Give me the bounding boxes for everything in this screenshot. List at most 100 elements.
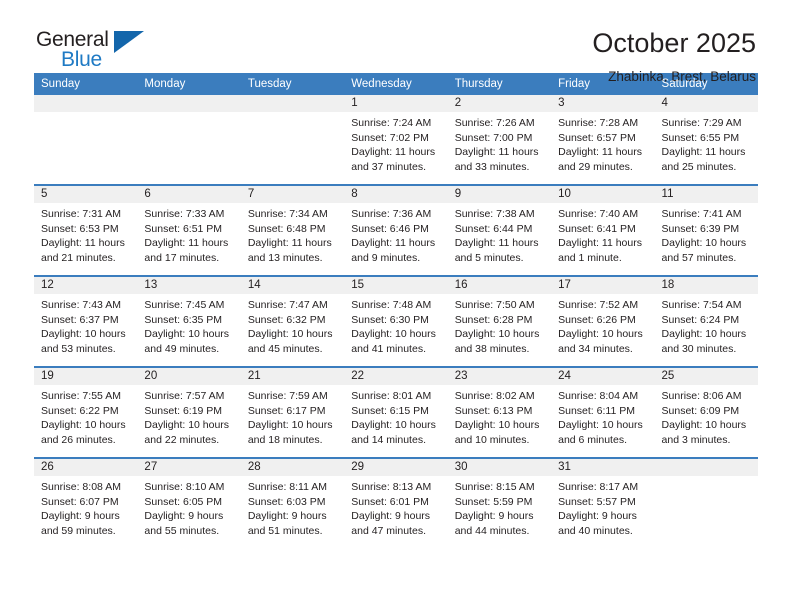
- day-number: 7: [240, 186, 345, 203]
- day-number: 27: [137, 459, 241, 476]
- day-number: 13: [137, 277, 241, 294]
- daylight-text-line1: Daylight: 10 hours: [661, 237, 747, 250]
- day-number: [240, 95, 345, 112]
- sunrise-text: Sunrise: 7:45 AM: [144, 299, 225, 311]
- calendar-day-cell[interactable]: 3 Sunrise: 7:28 AM Sunset: 6:57 PM Daylight…: [551, 95, 655, 185]
- calendar-day-cell[interactable]: 8 Sunrise: 7:36 AM Sunset: 6:46 PM Daylight…: [344, 184, 448, 276]
- day-number: 10: [551, 186, 655, 203]
- calendar-day-cell[interactable]: 31 Sunrise: 8:17 AM Sunset: 5:57 PM Dayligh…: [551, 457, 655, 548]
- day-number: 3: [551, 95, 655, 112]
- day-number: 19: [34, 368, 138, 385]
- sunrise-text: Sunrise: 7:50 AM: [454, 299, 535, 311]
- sunrise-text: Sunrise: 8:11 AM: [247, 481, 328, 493]
- calendar-day-cell[interactable]: 17 Sunrise: 7:52 AM Sunset: 6:26 PM Dayligh…: [551, 275, 655, 367]
- calendar-day-cell[interactable]: 2 Sunrise: 7:26 AM Sunset: 7:00 PM Daylight…: [447, 95, 552, 185]
- day-number: 16: [447, 277, 552, 294]
- calendar-day-cell[interactable]: 16 Sunrise: 7:50 AM Sunset: 6:28 PM Dayligh…: [447, 275, 552, 367]
- calendar-day-cell[interactable]: 29 Sunrise: 8:13 AM Sunset: 6:01 PM Dayligh…: [344, 457, 448, 548]
- daylight-text-line2: and 9 minutes.: [351, 251, 421, 264]
- calendar-day-cell[interactable]: 9 Sunrise: 7:38 AM Sunset: 6:44 PM Daylight…: [447, 184, 552, 276]
- calendar-day-cell[interactable]: 23 Sunrise: 8:02 AM Sunset: 6:13 PM Dayligh…: [447, 366, 552, 458]
- calendar-day-cell[interactable]: 10 Sunrise: 7:40 AM Sunset: 6:41 PM Dayligh…: [551, 184, 655, 276]
- day-details: Sunrise: 7:24 AM Sunset: 7:02 PM Daylight:…: [344, 112, 447, 174]
- sunrise-text: Sunrise: 7:24 AM: [351, 117, 432, 129]
- daylight-text-line1: Daylight: 10 hours: [351, 328, 436, 341]
- sunrise-text: Sunrise: 7:33 AM: [144, 208, 225, 220]
- day-number: 22: [344, 368, 448, 385]
- daylight-text-line2: and 25 minutes.: [661, 160, 737, 173]
- daylight-text-line2: and 51 minutes.: [247, 524, 323, 537]
- sunset-text: Sunset: 6:57 PM: [558, 131, 636, 144]
- day-details: Sunrise: 7:28 AM Sunset: 6:57 PM Daylight:…: [551, 112, 654, 174]
- daylight-text-line1: Daylight: 11 hours: [41, 237, 125, 250]
- day-details: Sunrise: 7:47 AM Sunset: 6:32 PM Daylight:…: [241, 294, 344, 356]
- weekday-header-thursday: Thursday: [447, 73, 552, 95]
- day-details: Sunrise: 7:31 AM Sunset: 6:53 PM Daylight:…: [34, 203, 137, 265]
- calendar-day-cell[interactable]: 20 Sunrise: 7:57 AM Sunset: 6:19 PM Dayligh…: [137, 366, 241, 458]
- daylight-text-line1: Daylight: 9 hours: [247, 510, 327, 523]
- daylight-text-line1: Daylight: 11 hours: [558, 146, 642, 159]
- daylight-text-line1: Daylight: 10 hours: [454, 419, 540, 432]
- calendar-day-cell[interactable]: 22 Sunrise: 8:01 AM Sunset: 6:15 PM Dayligh…: [344, 366, 448, 458]
- calendar-day-cell[interactable]: 7 Sunrise: 7:34 AM Sunset: 6:48 PM Daylight…: [240, 184, 345, 276]
- day-details: Sunrise: 7:45 AM Sunset: 6:35 PM Daylight:…: [137, 294, 240, 356]
- day-number: 28: [240, 459, 345, 476]
- day-number: 4: [654, 95, 758, 112]
- sunrise-text: Sunrise: 8:06 AM: [661, 390, 742, 402]
- daylight-text-line2: and 6 minutes.: [558, 433, 627, 446]
- daylight-text-line1: Daylight: 10 hours: [454, 328, 540, 341]
- page-header: General Blue October 2025 Zhabinka, Bres…: [34, 0, 758, 84]
- calendar-day-cell[interactable]: 11 Sunrise: 7:41 AM Sunset: 6:39 PM Dayligh…: [654, 184, 758, 276]
- sunrise-text: Sunrise: 7:41 AM: [661, 208, 742, 220]
- calendar-day-cell[interactable]: 5 Sunrise: 7:31 AM Sunset: 6:53 PM Daylight…: [34, 184, 138, 276]
- calendar-day-cell[interactable]: 21 Sunrise: 7:59 AM Sunset: 6:17 PM Dayligh…: [240, 366, 345, 458]
- sunrise-text: Sunrise: 8:15 AM: [454, 481, 535, 493]
- sunset-text: Sunset: 5:59 PM: [454, 495, 533, 508]
- daylight-text-line2: and 47 minutes.: [351, 524, 426, 537]
- calendar-day-cell[interactable]: 6 Sunrise: 7:33 AM Sunset: 6:51 PM Daylight…: [137, 184, 241, 276]
- sunrise-text: Sunrise: 7:59 AM: [247, 390, 328, 402]
- calendar-day-cell[interactable]: 27 Sunrise: 8:10 AM Sunset: 6:05 PM Dayligh…: [137, 457, 241, 548]
- calendar-day-cell[interactable]: 28 Sunrise: 8:11 AM Sunset: 6:03 PM Dayligh…: [240, 457, 345, 548]
- day-details: Sunrise: 7:26 AM Sunset: 7:00 PM Daylight:…: [448, 112, 551, 174]
- daylight-text-line2: and 3 minutes.: [661, 433, 731, 446]
- day-details: Sunrise: 7:50 AM Sunset: 6:28 PM Daylight:…: [448, 294, 551, 356]
- day-number: 14: [240, 277, 345, 294]
- sunset-text: Sunset: 7:02 PM: [351, 131, 429, 144]
- day-number: [34, 95, 138, 112]
- sunrise-text: Sunrise: 7:55 AM: [41, 390, 121, 402]
- calendar-day-cell[interactable]: 25 Sunrise: 8:06 AM Sunset: 6:09 PM Dayligh…: [654, 366, 758, 458]
- calendar-day-cell[interactable]: 4 Sunrise: 7:29 AM Sunset: 6:55 PM Daylight…: [654, 95, 758, 185]
- daylight-text-line1: Daylight: 10 hours: [41, 328, 126, 341]
- calendar-day-cell[interactable]: 26 Sunrise: 8:08 AM Sunset: 6:07 PM Dayligh…: [34, 457, 138, 548]
- day-details: Sunrise: 8:06 AM Sunset: 6:09 PM Daylight:…: [655, 385, 758, 447]
- calendar-day-cell[interactable]: 1 Sunrise: 7:24 AM Sunset: 7:02 PM Daylight…: [344, 95, 448, 185]
- calendar-day-cell[interactable]: 12 Sunrise: 7:43 AM Sunset: 6:37 PM Dayligh…: [34, 275, 138, 367]
- day-number: 20: [137, 368, 241, 385]
- calendar-week-row: 12 Sunrise: 7:43 AM Sunset: 6:37 PM Dayligh…: [34, 275, 758, 367]
- sunset-text: Sunset: 6:22 PM: [41, 404, 119, 417]
- sunrise-text: Sunrise: 7:29 AM: [661, 117, 742, 129]
- day-number: 30: [447, 459, 552, 476]
- calendar-day-cell-empty: [137, 95, 241, 185]
- sunset-text: Sunset: 6:44 PM: [454, 222, 533, 235]
- sunset-text: Sunset: 6:26 PM: [558, 313, 636, 326]
- sunset-text: Sunset: 6:55 PM: [661, 131, 740, 144]
- calendar-day-cell[interactable]: 15 Sunrise: 7:48 AM Sunset: 6:30 PM Dayligh…: [344, 275, 448, 367]
- day-details: Sunrise: 8:01 AM Sunset: 6:15 PM Daylight:…: [344, 385, 447, 447]
- daylight-text-line2: and 17 minutes.: [144, 251, 220, 264]
- day-details: Sunrise: 7:52 AM Sunset: 6:26 PM Daylight:…: [551, 294, 654, 356]
- sunrise-text: Sunrise: 7:26 AM: [454, 117, 535, 129]
- calendar-day-cell[interactable]: 19 Sunrise: 7:55 AM Sunset: 6:22 PM Dayligh…: [34, 366, 138, 458]
- day-number: 5: [34, 186, 138, 203]
- day-details: Sunrise: 8:11 AM Sunset: 6:03 PM Daylight:…: [241, 476, 344, 538]
- calendar-day-cell[interactable]: 18 Sunrise: 7:54 AM Sunset: 6:24 PM Dayligh…: [654, 275, 758, 367]
- calendar-day-cell[interactable]: 14 Sunrise: 7:47 AM Sunset: 6:32 PM Dayligh…: [240, 275, 345, 367]
- daylight-text-line1: Daylight: 9 hours: [351, 510, 431, 523]
- calendar-day-cell[interactable]: 24 Sunrise: 8:04 AM Sunset: 6:11 PM Dayligh…: [551, 366, 655, 458]
- calendar-day-cell[interactable]: 13 Sunrise: 7:45 AM Sunset: 6:35 PM Dayligh…: [137, 275, 241, 367]
- sunset-text: Sunset: 6:07 PM: [41, 495, 119, 508]
- calendar-day-cell[interactable]: 30 Sunrise: 8:15 AM Sunset: 5:59 PM Dayligh…: [447, 457, 552, 548]
- daylight-text-line1: Daylight: 10 hours: [144, 419, 230, 432]
- sunrise-text: Sunrise: 8:13 AM: [351, 481, 432, 493]
